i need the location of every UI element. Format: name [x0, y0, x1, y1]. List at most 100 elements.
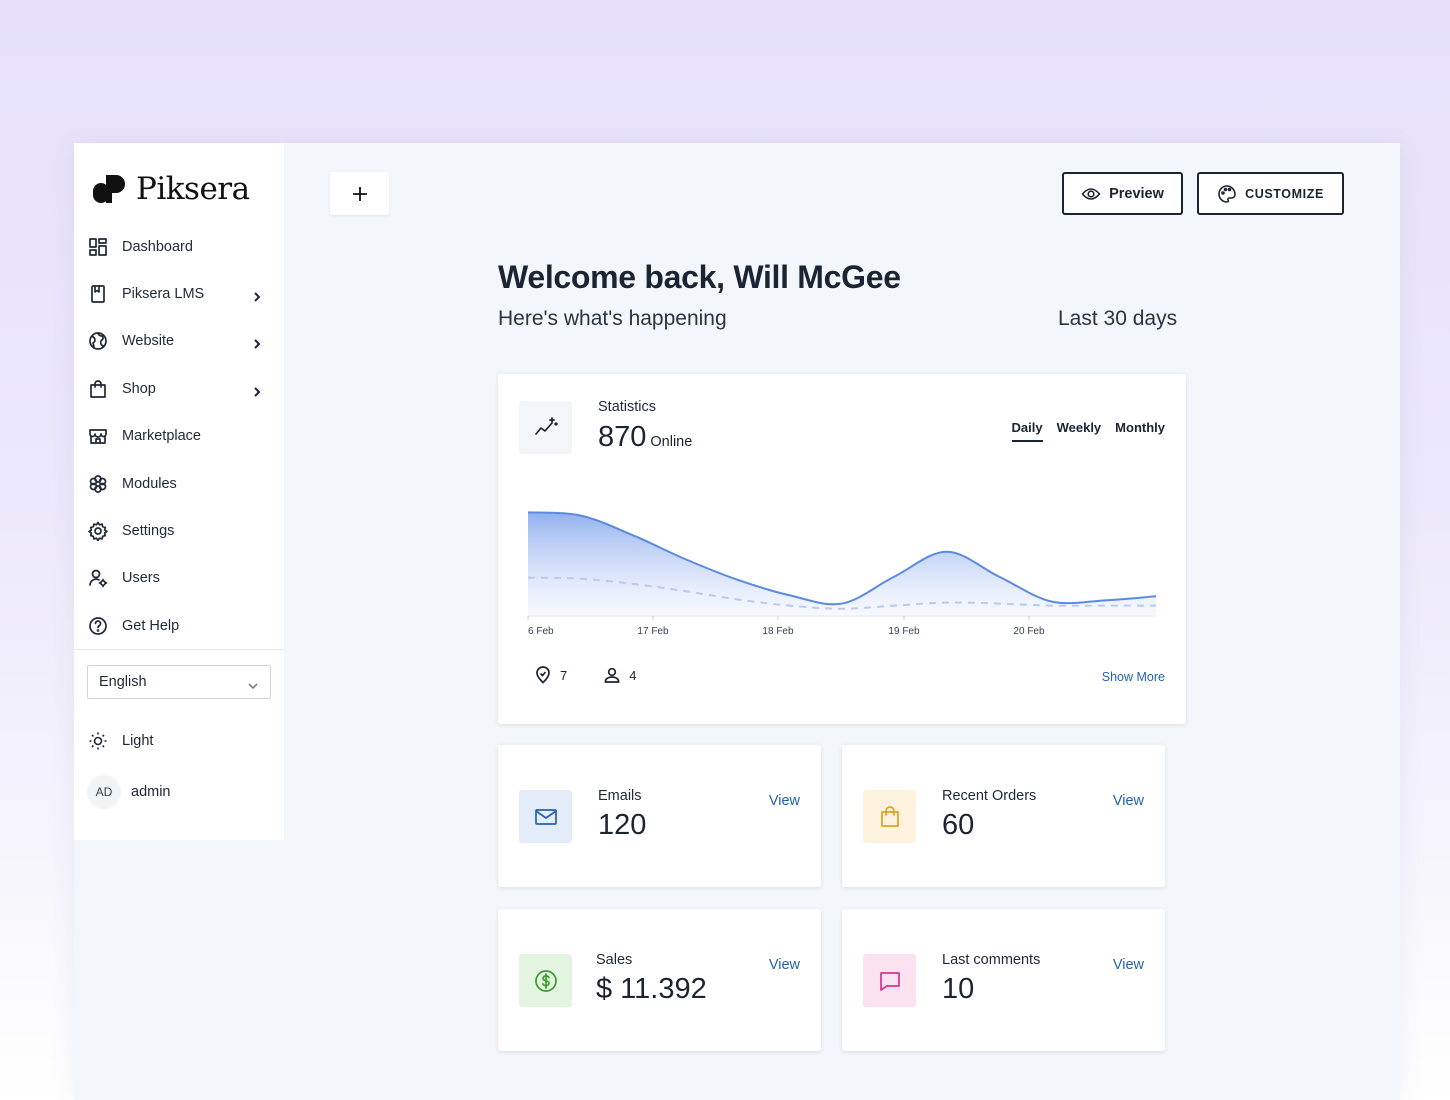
locations-stat: 7 [534, 666, 567, 684]
view-comments-link[interactable]: View [1113, 957, 1144, 973]
modules-icon [89, 474, 107, 493]
chart-area-fill [528, 512, 1156, 616]
preview-label: Preview [1109, 185, 1164, 202]
comment-icon [863, 954, 916, 1007]
last-comments-card: Last comments 10 View [842, 909, 1165, 1051]
sidebar-item-piksera-lms[interactable]: Piksera LMS [74, 270, 284, 317]
users-count: 4 [629, 667, 637, 683]
sidebar-item-modules[interactable]: Modules [74, 460, 284, 507]
statistics-chart: 6 Feb 17 Feb 18 Feb 19 Feb 20 Feb [527, 511, 1157, 637]
statistics-card: Statistics 870 Online Daily Weekly Monthl… [498, 374, 1186, 724]
brand-name: Piksera [136, 171, 250, 207]
card-title: Emails [598, 788, 642, 804]
x-tick-label: 20 Feb [1013, 626, 1045, 637]
gear-icon [88, 521, 108, 542]
sidebar-item-label: Modules [122, 475, 177, 492]
chevron-right-icon [252, 384, 262, 397]
book-icon [91, 285, 105, 303]
view-sales-link[interactable]: View [769, 957, 800, 973]
x-tick-label: 18 Feb [762, 626, 794, 637]
page-subtitle: Here's what's happening [498, 307, 727, 330]
users-stat: 4 [603, 666, 636, 684]
customize-label: CUSTOMIZE [1245, 186, 1324, 201]
x-tick-label: 6 Feb [528, 626, 554, 637]
chevron-down-icon [248, 678, 258, 690]
mail-icon [519, 790, 572, 843]
sidebar-item-label: Website [122, 333, 175, 350]
sidebar-item-users[interactable]: Users [74, 555, 284, 602]
online-label: Online [650, 434, 693, 450]
sidebar-item-get-help[interactable]: Get Help [74, 602, 284, 649]
view-orders-link[interactable]: View [1113, 793, 1144, 809]
shopping-bag-icon [90, 380, 106, 398]
palette-icon [1218, 184, 1236, 203]
trend-icon [519, 401, 572, 454]
preview-button[interactable]: Preview [1062, 172, 1183, 215]
x-tick-label: 19 Feb [888, 626, 920, 637]
card-value: $ 11.392 [596, 973, 707, 1005]
statistics-title: Statistics [598, 399, 657, 415]
sidebar-divider [74, 649, 284, 650]
sidebar-nav: Dashboard Piksera LMS Website Shop Marke… [74, 223, 284, 650]
recent-orders-card: Recent Orders 60 View [842, 745, 1165, 887]
online-count: 870 [598, 421, 647, 453]
dollar-circle-icon [519, 954, 572, 1007]
language-value: English [99, 674, 147, 690]
tab-weekly[interactable]: Weekly [1057, 420, 1102, 442]
customize-button[interactable]: CUSTOMIZE [1197, 172, 1344, 215]
location-pin-icon [536, 666, 550, 684]
chevron-right-icon [252, 289, 262, 302]
app-window: Piksera Dashboard Piksera LMS Website Sh… [74, 143, 1400, 1100]
help-icon [89, 616, 107, 635]
statistics-value: 870 Online [598, 421, 692, 454]
chevron-right-icon [252, 336, 262, 350]
theme-label: Light [122, 733, 154, 749]
globe-icon [89, 332, 107, 351]
view-emails-link[interactable]: View [769, 793, 800, 809]
sales-card: Sales $ 11.392 View [498, 909, 821, 1051]
emails-card: Emails 120 View [498, 745, 821, 887]
page-title: Welcome back, Will McGee [498, 259, 901, 295]
sidebar-item-label: Get Help [122, 617, 180, 634]
language-select[interactable]: English [87, 665, 271, 699]
x-tick-label: 17 Feb [637, 626, 669, 637]
period-tabs: Daily Weekly Monthly [1011, 420, 1165, 442]
sidebar-item-label: Marketplace [122, 428, 201, 445]
sidebar-item-label: Piksera LMS [122, 286, 205, 303]
store-icon [89, 429, 107, 445]
sidebar-item-shop[interactable]: Shop [74, 365, 284, 412]
card-title: Last comments [942, 952, 1041, 968]
card-value: 120 [598, 809, 647, 841]
tab-daily[interactable]: Daily [1011, 420, 1043, 442]
sidebar-item-settings[interactable]: Settings [74, 507, 284, 554]
users-gear-icon [89, 570, 108, 588]
theme-toggle[interactable]: Light [88, 731, 153, 751]
tab-monthly[interactable]: Monthly [1115, 420, 1165, 442]
date-range[interactable]: Last 30 days [1058, 307, 1177, 331]
card-value: 10 [942, 973, 975, 1005]
sun-icon [89, 732, 107, 750]
add-button[interactable] [330, 172, 389, 215]
card-title: Recent Orders [942, 788, 1037, 804]
sidebar-item-website[interactable]: Website [74, 318, 284, 365]
sidebar-item-dashboard[interactable]: Dashboard [74, 223, 284, 270]
sidebar-item-label: Dashboard [122, 238, 193, 255]
user-name: admin [131, 784, 171, 800]
logo-mark-icon [92, 173, 128, 205]
user-menu[interactable]: AD admin [87, 775, 171, 809]
sidebar-item-marketplace[interactable]: Marketplace [74, 413, 284, 460]
statistics-footer: 7 4 [534, 666, 636, 684]
plus-icon [352, 186, 367, 201]
sidebar-item-label: Users [122, 570, 160, 587]
show-more-link[interactable]: Show More [1102, 670, 1165, 684]
user-icon [604, 667, 620, 683]
eye-icon [1081, 187, 1101, 200]
avatar: AD [87, 775, 121, 809]
card-value: 60 [942, 809, 975, 841]
sidebar: Piksera Dashboard Piksera LMS Website Sh… [74, 143, 284, 840]
sidebar-item-label: Settings [122, 523, 175, 540]
shopping-bag-icon [863, 790, 916, 843]
locations-count: 7 [560, 667, 568, 683]
dashboard-icon [89, 237, 107, 256]
brand-logo[interactable]: Piksera [92, 171, 250, 207]
